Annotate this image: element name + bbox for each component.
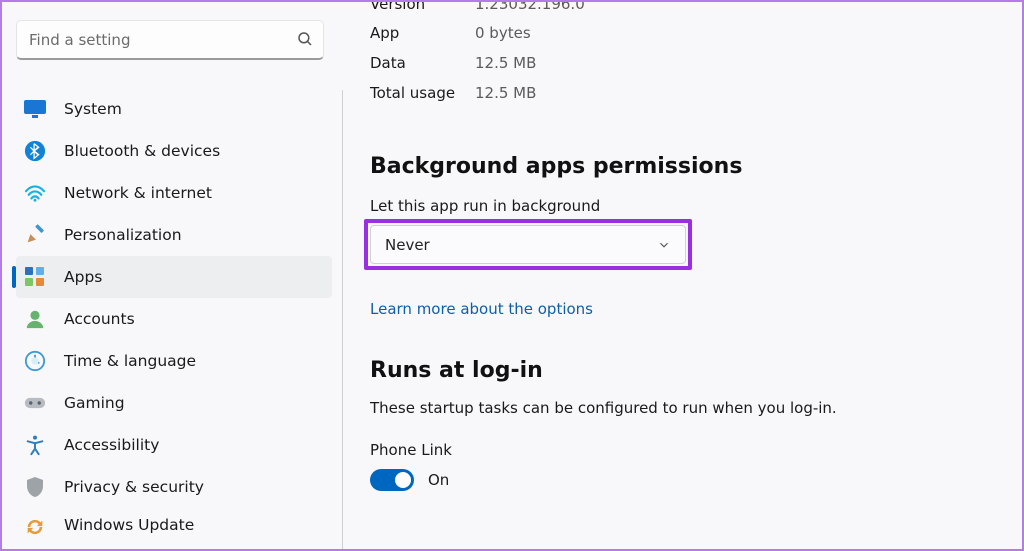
privacy-icon [24,476,46,498]
stat-version: Version 1.23032.196.0 [370,2,1022,18]
bg-permission-dropdown[interactable]: Never [370,225,686,264]
apps-icon [24,266,46,288]
section-runs-login: Runs at log-in [370,358,1022,383]
search-wrapper [16,20,332,60]
sidebar-item-update[interactable]: Windows Update [16,508,332,538]
sidebar-nav: System Bluetooth & devices Network & int… [16,88,332,538]
sidebar-item-label: Accounts [64,310,135,328]
sidebar-item-apps[interactable]: Apps [16,256,332,298]
search-input[interactable] [16,20,324,60]
network-icon [24,182,46,204]
startup-task-name: Phone Link [370,441,1022,459]
sidebar-item-label: System [64,100,122,118]
stat-value: 12.5 MB [475,84,536,102]
chevron-down-icon [657,238,671,252]
sidebar-item-label: Personalization [64,226,182,244]
section-bg-permissions: Background apps permissions [370,154,1022,179]
stat-value: 0 bytes [475,24,531,42]
sidebar-item-bluetooth[interactable]: Bluetooth & devices [16,130,332,172]
system-icon [24,98,46,120]
settings-sidebar: System Bluetooth & devices Network & int… [2,2,342,549]
personalization-icon [24,224,46,246]
toggle-state-label: On [428,471,449,489]
sidebar-item-accessibility[interactable]: Accessibility [16,424,332,466]
settings-content: Version 1.23032.196.0 App 0 bytes Data 1… [342,2,1022,549]
learn-more-link[interactable]: Learn more about the options [370,300,593,318]
sidebar-item-time[interactable]: Time & language [16,340,332,382]
sidebar-item-label: Bluetooth & devices [64,142,220,160]
startup-toggle-row: On [370,469,1022,491]
sidebar-item-label: Windows Update [64,516,194,534]
accessibility-icon [24,434,46,456]
stat-total: Total usage 12.5 MB [370,78,1022,108]
runs-desc: These startup tasks can be configured to… [370,399,1022,417]
sidebar-item-gaming[interactable]: Gaming [16,382,332,424]
stat-key: Data [370,54,475,72]
stat-data: Data 12.5 MB [370,48,1022,78]
sidebar-item-label: Network & internet [64,184,212,202]
gaming-icon [24,392,46,414]
stat-key: Version [370,2,475,13]
search-icon [296,30,314,48]
sidebar-item-label: Accessibility [64,436,159,454]
stat-key: Total usage [370,84,475,102]
sidebar-item-privacy[interactable]: Privacy & security [16,466,332,508]
sidebar-item-label: Gaming [64,394,125,412]
update-icon [24,516,46,538]
stat-value: 1.23032.196.0 [475,2,585,13]
sidebar-item-network[interactable]: Network & internet [16,172,332,214]
sidebar-item-system[interactable]: System [16,88,332,130]
stat-value: 12.5 MB [475,54,536,72]
stat-key: App [370,24,475,42]
sidebar-item-label: Apps [64,268,102,286]
bg-dropdown-wrap: Never [370,225,686,264]
sidebar-item-personalization[interactable]: Personalization [16,214,332,256]
stat-app: App 0 bytes [370,18,1022,48]
startup-toggle[interactable] [370,469,414,491]
accounts-icon [24,308,46,330]
time-icon [24,350,46,372]
sidebar-item-label: Privacy & security [64,478,204,496]
sidebar-item-label: Time & language [64,352,196,370]
dropdown-value: Never [385,236,430,254]
bg-sub-label: Let this app run in background [370,197,1022,215]
sidebar-item-accounts[interactable]: Accounts [16,298,332,340]
bluetooth-icon [24,140,46,162]
